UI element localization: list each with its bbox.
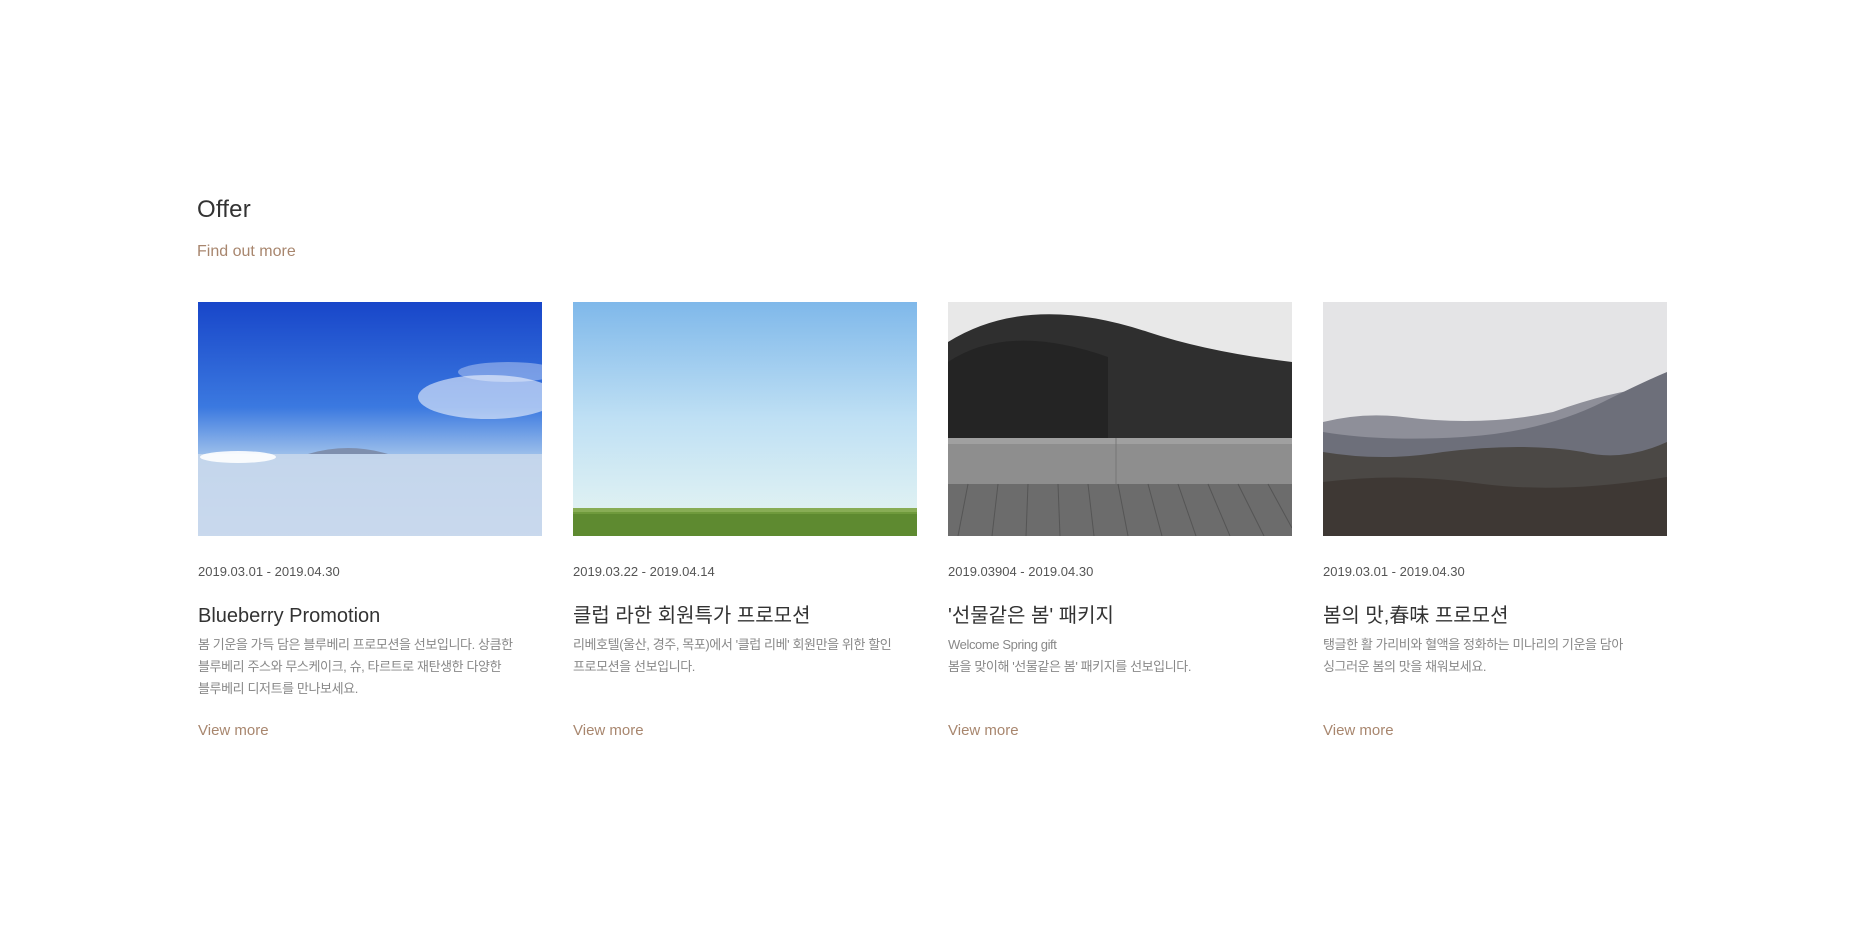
offer-description: 리베호텔(울산, 경주, 목포)에서 '클럽 리베' 회원만을 위한 할인 프로… — [573, 637, 892, 674]
offer-image-misty-mountains[interactable] — [1323, 302, 1667, 536]
offer-section: Offer Find out more 2019.03.01 - 2019.04… — [197, 192, 1667, 739]
offer-card: 2019.03904 - 2019.04.30 '선물같은 봄' 패키지 Wel… — [948, 302, 1292, 740]
offer-date: 2019.03.01 - 2019.04.30 — [198, 564, 340, 579]
offer-date: 2019.03.01 - 2019.04.30 — [1323, 564, 1465, 579]
view-more-link[interactable]: View more — [573, 722, 644, 739]
offer-date: 2019.03904 - 2019.04.30 — [948, 564, 1094, 579]
section-title: Offer — [197, 196, 251, 223]
offer-title[interactable]: '선물같은 봄' 패키지 — [948, 602, 1292, 630]
offer-card-list: 2019.03.01 - 2019.04.30 Blueberry Promot… — [198, 302, 1667, 740]
offer-card: 2019.03.01 - 2019.04.30 봄의 맛,春味 프로모션 탱글한… — [1323, 302, 1667, 740]
offer-description: 탱글한 활 가리비와 혈액을 정화하는 미나리의 기운을 담아 싱그러운 봄의 … — [1323, 637, 1623, 674]
offer-title[interactable]: 클럽 라한 회원특가 프로모션 — [573, 602, 917, 630]
offer-image-sky-above-clouds[interactable] — [198, 302, 542, 536]
offer-description: 봄 기운을 가득 담은 블루베리 프로모션을 선보입니다. 상큼한 블루베리 주… — [198, 637, 513, 696]
offer-title[interactable]: 봄의 맛,春味 프로모션 — [1323, 602, 1667, 630]
view-more-link[interactable]: View more — [948, 722, 1019, 739]
offer-image-forest-deck[interactable] — [948, 302, 1292, 536]
offer-date: 2019.03.22 - 2019.04.14 — [573, 564, 715, 579]
find-out-more-link[interactable]: Find out more — [197, 238, 296, 266]
offer-title[interactable]: Blueberry Promotion — [198, 602, 542, 630]
offer-card: 2019.03.22 - 2019.04.14 클럽 라한 회원특가 프로모션 … — [573, 302, 917, 740]
view-more-link[interactable]: View more — [198, 722, 269, 739]
view-more-link[interactable]: View more — [1323, 722, 1394, 739]
offer-description: Welcome Spring gift 봄을 맞이해 '선물같은 봄' 패키지를… — [948, 637, 1192, 674]
offer-card: 2019.03.01 - 2019.04.30 Blueberry Promot… — [198, 302, 542, 740]
offer-image-field-sky[interactable] — [573, 302, 917, 536]
